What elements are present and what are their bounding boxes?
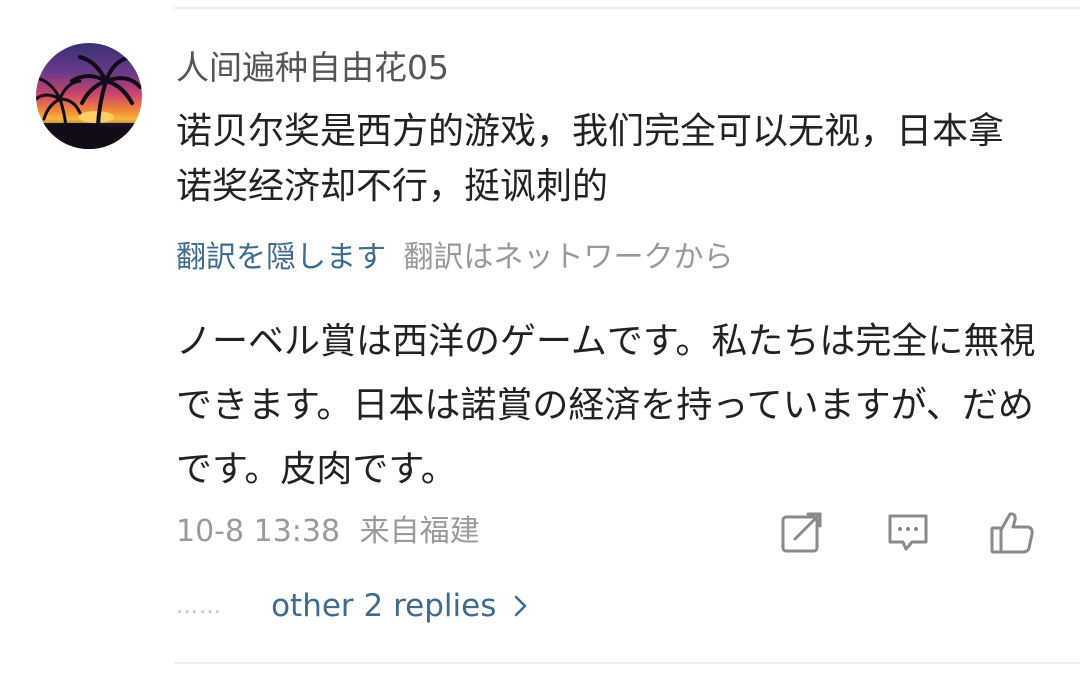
sunset-palm-trees-icon bbox=[36, 55, 142, 149]
avatar[interactable] bbox=[36, 43, 142, 149]
translated-text: ノーベル賞は西洋のゲームです。私たちは完全に無視できます。日本は諾賞の経済を持っ… bbox=[176, 321, 1036, 490]
comment-meta: 10-8 13:38 来自福建 bbox=[176, 512, 480, 552]
location-label: 来自福建 bbox=[359, 514, 480, 549]
comment-button[interactable] bbox=[884, 508, 932, 556]
thumbs-up-icon bbox=[990, 512, 1034, 554]
replies-dots: …… bbox=[176, 593, 222, 619]
top-divider bbox=[174, 7, 1080, 9]
replies-row[interactable]: …… other 2 replies bbox=[176, 586, 529, 626]
view-replies-link[interactable]: other 2 replies bbox=[271, 586, 496, 626]
share-button[interactable] bbox=[778, 508, 826, 556]
bottom-divider bbox=[174, 662, 1080, 664]
translation-source-label: 翻訳はネットワークから bbox=[403, 240, 734, 275]
comment-icon bbox=[888, 514, 928, 551]
chevron-right-icon[interactable] bbox=[513, 594, 529, 618]
comment-text: 诺贝尔奖是西方的游戏，我们完全可以无视，日本拿诺奖经济却不行，挺讽刺的 bbox=[176, 111, 1005, 207]
username[interactable]: 人间遍种自由花05 bbox=[176, 48, 449, 88]
timestamp: 10-8 13:38 bbox=[176, 514, 341, 549]
translation-bar: 翻訳を隠します 翻訳はネットワークから bbox=[176, 238, 734, 278]
like-button[interactable] bbox=[988, 508, 1036, 556]
share-icon bbox=[781, 512, 822, 553]
hide-translation-link[interactable]: 翻訳を隠します bbox=[176, 240, 386, 275]
